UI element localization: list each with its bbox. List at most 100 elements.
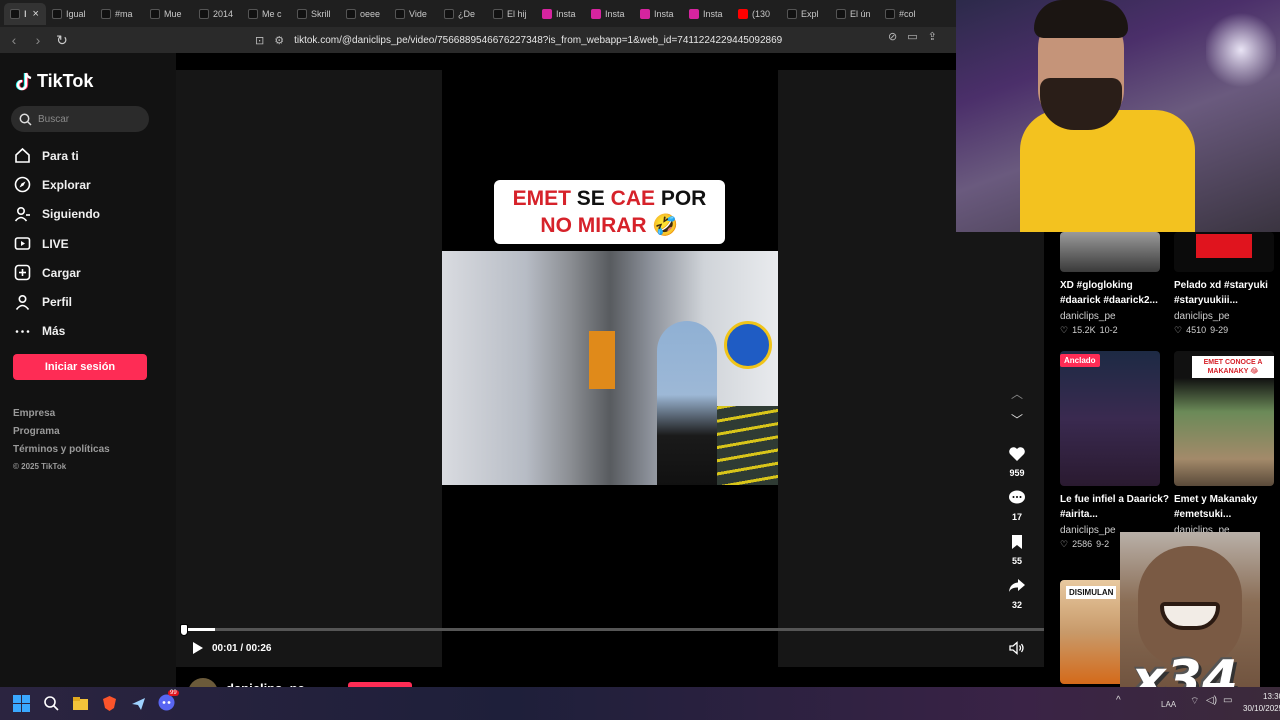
browser-tab[interactable]: I × <box>4 2 46 25</box>
search-input[interactable]: Buscar <box>11 106 149 132</box>
language-indicator[interactable]: LAA <box>1161 700 1176 709</box>
discord-badge: 99 <box>168 690 179 696</box>
bookmark-icon[interactable]: ⊡ <box>255 34 264 47</box>
browser-tab[interactable]: Igual <box>46 3 95 25</box>
site-info-icon[interactable]: ⚙ <box>274 34 284 47</box>
rec-card[interactable]: EMET CONOCE A MAKANAKY 😂 Emet y Makanaky… <box>1174 351 1280 536</box>
browser-tab[interactable]: Expl <box>781 3 830 25</box>
footer-link-programa[interactable]: Programa <box>13 426 110 444</box>
browser-tab[interactable]: (130 <box>732 3 781 25</box>
discord-icon[interactable]: 99 <box>158 690 179 713</box>
thumb-redaction <box>1196 234 1252 258</box>
chevron-up-icon[interactable]: ︿ <box>1011 380 1023 406</box>
tray-overflow-icon[interactable]: ^ <box>1116 695 1121 706</box>
rec-thumbnail[interactable] <box>1174 232 1274 272</box>
sidebar-item-explorar[interactable]: Explorar <box>14 170 100 199</box>
steam-icon[interactable] <box>130 695 147 712</box>
tiktok-note-icon <box>15 72 32 90</box>
search-icon <box>19 113 32 126</box>
following-icon <box>14 206 30 222</box>
file-explorer-icon[interactable] <box>72 695 89 712</box>
play-icon[interactable] <box>190 641 204 655</box>
sidebar-item-live[interactable]: LIVE <box>14 229 100 258</box>
tab-label: Me c <box>262 8 282 19</box>
rec-user[interactable]: daniclips_pe <box>1174 311 1280 322</box>
sidebar-item-m-s[interactable]: Más <box>14 317 100 346</box>
sidebar-item-perfil[interactable]: Perfil <box>14 287 100 316</box>
browser-tab[interactable]: Vide <box>389 3 438 25</box>
tab-label: #col <box>899 8 916 19</box>
rec-title[interactable]: Le fue infiel a Daarick? #airita... <box>1060 492 1170 522</box>
chevron-down-icon[interactable]: ﹀ <box>1011 406 1023 432</box>
bookmark-icon[interactable] <box>1007 532 1027 552</box>
browser-tab[interactable]: Insta <box>634 3 683 25</box>
windows-start-icon[interactable] <box>13 695 30 712</box>
comment-icon[interactable] <box>1007 488 1027 508</box>
cast-icon[interactable]: ▭ <box>907 30 917 43</box>
tiktok-icon <box>885 8 895 19</box>
rec-stats: ♡ 4510 9-29 <box>1174 325 1280 336</box>
rec-title[interactable]: Pelado xd #staryuki #staryuukiii... <box>1174 278 1280 308</box>
heart-outline-icon: ♡ <box>1060 325 1069 335</box>
rec-card[interactable]: Anclado Le fue infiel a Daarick? #airita… <box>1060 351 1172 550</box>
forward-icon[interactable]: › <box>28 30 48 50</box>
rec-thumbnail[interactable] <box>1060 232 1160 272</box>
sidebar-item-label: LIVE <box>42 236 69 251</box>
author-avatar[interactable] <box>188 678 218 687</box>
close-tab-icon[interactable]: × <box>33 8 39 20</box>
video-progress-bar[interactable] <box>180 628 1044 631</box>
browser-tab[interactable]: Insta <box>683 3 732 25</box>
browser-tab[interactable]: #col <box>879 3 928 25</box>
volume-icon[interactable] <box>1009 641 1025 655</box>
speaker-icon[interactable]: ◁) <box>1206 695 1217 706</box>
comments-count: 17 <box>1011 512 1022 522</box>
network-icon[interactable]: ⌔ <box>1190 695 1199 708</box>
tiktok-icon <box>346 8 356 19</box>
browser-tab[interactable]: Skrill <box>291 3 340 25</box>
rec-thumbnail[interactable]: Anclado <box>1060 351 1160 486</box>
browser-tab[interactable]: ¿De <box>438 3 487 25</box>
rec-title[interactable]: Emet y Makanaky #emetsuki... <box>1174 492 1280 522</box>
rec-card[interactable]: XD #glogloking #daarick #daarick2... dan… <box>1060 232 1172 336</box>
rec-title[interactable]: XD #glogloking #daarick #daarick2... <box>1060 278 1170 308</box>
rec-stats: ♡ 15.2K 10-2 <box>1060 325 1172 336</box>
footer-link-empresa[interactable]: Empresa <box>13 408 110 426</box>
browser-tab[interactable]: El ún <box>830 3 879 25</box>
sidebar-item-para-ti[interactable]: Para ti <box>14 141 100 170</box>
share-icon[interactable]: ⇪ <box>928 30 937 43</box>
heart-icon[interactable] <box>1007 444 1027 464</box>
tab-label: #ma <box>115 8 133 19</box>
heart-outline-icon: ♡ <box>1174 325 1183 335</box>
battery-icon[interactable]: ▭ <box>1223 695 1232 706</box>
upload-icon <box>14 265 31 281</box>
rec-thumbnail[interactable]: EMET CONOCE A MAKANAKY 😂 <box>1174 351 1274 486</box>
sidebar-item-siguiendo[interactable]: Siguiendo <box>14 200 100 229</box>
rec-card[interactable]: Pelado xd #staryuki #staryuukiii... dani… <box>1174 232 1280 336</box>
tiktok-logo[interactable]: TikTok <box>15 71 93 92</box>
url-text[interactable]: tiktok.com/@daniclips_pe/video/756688954… <box>294 35 782 46</box>
tab-label: Insta <box>556 8 576 19</box>
rec-user[interactable]: daniclips_pe <box>1060 311 1172 322</box>
likes-count: 959 <box>1009 468 1025 478</box>
browser-tab[interactable]: Insta <box>585 3 634 25</box>
taskbar-search-icon[interactable] <box>43 695 60 712</box>
taskbar-clock[interactable]: 13:30 30/10/2025 <box>1243 691 1280 715</box>
browser-tab[interactable]: oeee <box>340 3 389 25</box>
browser-tab[interactable]: 2014 <box>193 3 242 25</box>
browser-tab[interactable]: #ma <box>95 3 144 25</box>
address-bar[interactable]: ⊡ ⚙ tiktok.com/@daniclips_pe/video/75668… <box>255 30 955 50</box>
footer-link-terminos[interactable]: Términos y políticas <box>13 444 110 462</box>
brave-browser-icon[interactable] <box>101 695 118 712</box>
browser-tab[interactable]: Insta <box>536 3 585 25</box>
reload-icon[interactable]: ↻ <box>52 30 72 50</box>
video-time: 00:01 / 00:26 <box>212 642 272 654</box>
back-icon[interactable]: ‹ <box>4 30 24 50</box>
browser-tab[interactable]: Me c <box>242 3 291 25</box>
pinned-badge: Anclado <box>1060 354 1100 367</box>
sidebar-item-cargar[interactable]: Cargar <box>14 258 100 287</box>
share-arrow-icon[interactable] <box>1007 576 1027 596</box>
reader-mode-icon[interactable]: ⊘ <box>888 30 897 43</box>
browser-tab[interactable]: Mue <box>144 3 193 25</box>
browser-tab[interactable]: El hij <box>487 3 536 25</box>
login-button[interactable]: Iniciar sesión <box>13 354 147 380</box>
